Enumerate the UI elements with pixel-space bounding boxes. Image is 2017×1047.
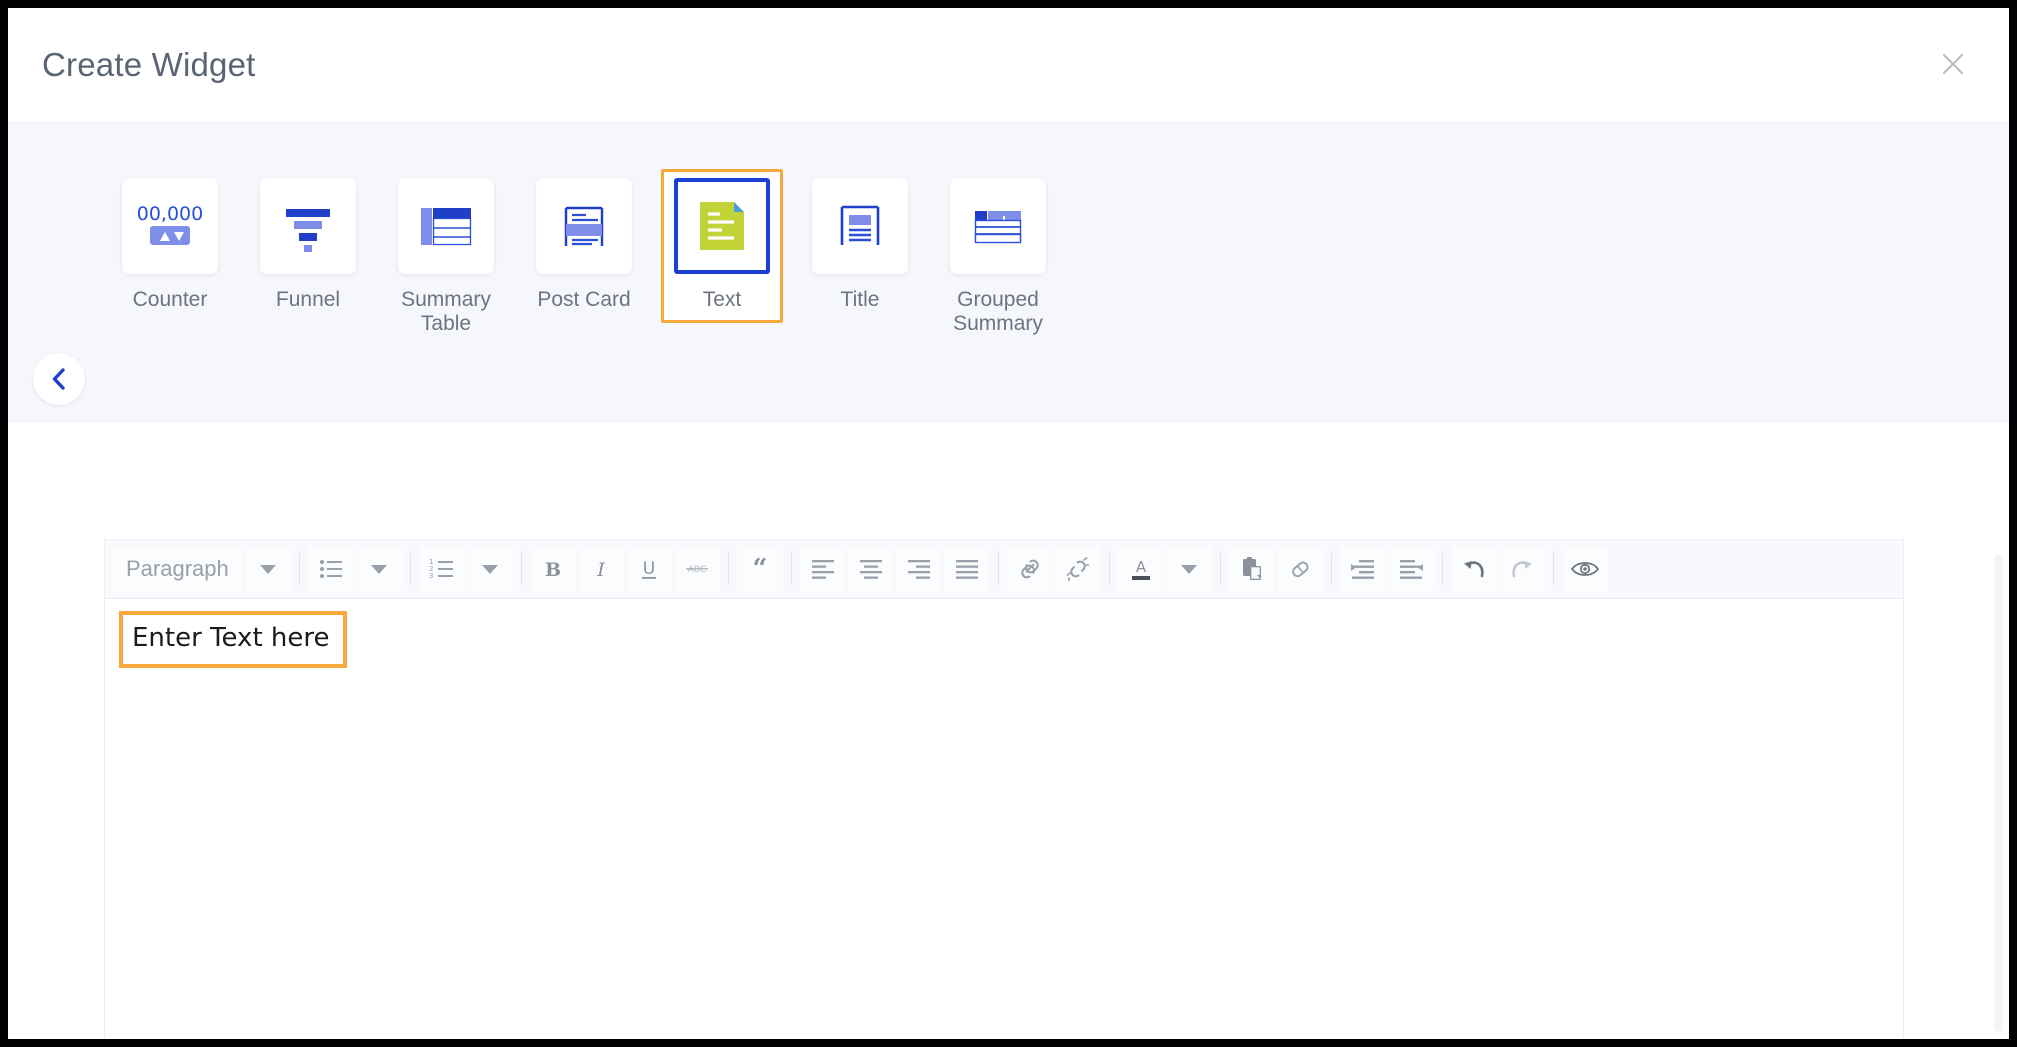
widget-type-text[interactable]: Text bbox=[661, 169, 783, 323]
eye-preview-icon[interactable] bbox=[1561, 546, 1608, 592]
svg-text:3: 3 bbox=[429, 572, 433, 580]
font-color-caret-icon[interactable] bbox=[1165, 546, 1212, 592]
widget-type-grouped-summary[interactable]: Grouped Summary bbox=[937, 169, 1059, 346]
strikethrough-abc-icon[interactable]: ABC bbox=[673, 546, 720, 592]
indent-increase-icon[interactable] bbox=[1339, 546, 1386, 592]
widget-type-funnel[interactable]: Funnel bbox=[247, 169, 369, 323]
svg-text:U: U bbox=[643, 559, 655, 579]
page-scrollbar[interactable] bbox=[1993, 554, 2004, 1032]
widget-type-summary-table[interactable]: Summary Table bbox=[385, 169, 507, 346]
svg-text:ABC: ABC bbox=[688, 565, 706, 575]
bold-icon[interactable]: B bbox=[529, 546, 576, 592]
text-widget-icon bbox=[674, 178, 770, 274]
unlink-icon[interactable] bbox=[1054, 546, 1101, 592]
funnel-widget-icon bbox=[260, 178, 356, 274]
title-widget-icon bbox=[812, 178, 908, 274]
italic-icon[interactable]: I bbox=[577, 546, 624, 592]
widget-type-counter[interactable]: 00,000 Counter bbox=[109, 169, 231, 323]
widget-type-label: Counter bbox=[132, 288, 208, 311]
modal-header: Create Widget bbox=[8, 8, 2009, 121]
svg-text:A: A bbox=[1136, 558, 1147, 576]
toolbar-divider bbox=[298, 553, 300, 585]
page-title: Create Widget bbox=[42, 45, 256, 83]
paragraph-style-caret-icon[interactable] bbox=[244, 546, 291, 592]
font-color-a-icon[interactable]: A bbox=[1117, 546, 1164, 592]
text-editor-section: Paragraph 1 2 3 B I U ABC “ A Enter Text… bbox=[8, 423, 2009, 1039]
align-left-icon[interactable] bbox=[799, 546, 846, 592]
align-center-icon[interactable] bbox=[847, 546, 894, 592]
link-icon[interactable] bbox=[1006, 546, 1053, 592]
page-scrollbar-thumb[interactable] bbox=[1994, 554, 2003, 1032]
toolbar-divider bbox=[1219, 553, 1221, 585]
svg-text:“: “ bbox=[752, 557, 767, 581]
widget-type-label: Summary Table bbox=[401, 288, 491, 335]
numbered-list-caret-icon[interactable] bbox=[466, 546, 513, 592]
paste-clipboard-icon[interactable] bbox=[1228, 546, 1275, 592]
align-justify-icon[interactable] bbox=[943, 546, 990, 592]
toolbar-divider bbox=[409, 553, 411, 585]
editor-text-value[interactable]: Enter Text here bbox=[132, 623, 330, 653]
svg-text:I: I bbox=[596, 559, 605, 581]
create-widget-modal: Create Widget 00,000 Counter Funnel Summ… bbox=[8, 8, 2009, 1039]
toolbar-divider bbox=[520, 553, 522, 585]
rich-text-editor: Paragraph 1 2 3 B I U ABC “ A Enter Text… bbox=[104, 539, 1904, 1039]
widget-type-label: Text bbox=[702, 288, 742, 311]
toolbar-divider bbox=[997, 553, 999, 585]
widget-type-list: 00,000 Counter Funnel Summary Table Post… bbox=[109, 121, 1075, 346]
post-card-widget-icon bbox=[536, 178, 632, 274]
underline-icon[interactable]: U bbox=[625, 546, 672, 592]
paragraph-style-label: Paragraph bbox=[126, 556, 229, 581]
align-right-icon[interactable] bbox=[895, 546, 942, 592]
toolbar-divider bbox=[790, 553, 792, 585]
undo-arrow-icon[interactable] bbox=[1450, 546, 1497, 592]
numbered-list-icon[interactable]: 1 2 3 bbox=[418, 546, 465, 592]
editor-content-area[interactable]: Enter Text here bbox=[105, 599, 1903, 1039]
widget-type-label: Title bbox=[840, 288, 880, 311]
widget-type-selector: 00,000 Counter Funnel Summary Table Post… bbox=[8, 121, 2009, 423]
eraser-icon[interactable] bbox=[1276, 546, 1323, 592]
text-content-highlight: Enter Text here bbox=[119, 611, 347, 668]
redo-arrow-icon[interactable] bbox=[1498, 546, 1545, 592]
toolbar-divider bbox=[1108, 553, 1110, 585]
widget-type-label: Post Card bbox=[537, 288, 631, 311]
toolbar-divider bbox=[727, 553, 729, 585]
toolbar-divider bbox=[1330, 553, 1332, 585]
bullet-list-caret-icon[interactable] bbox=[355, 546, 402, 592]
svg-text:00,000: 00,000 bbox=[137, 203, 203, 225]
widget-type-label: Funnel bbox=[275, 288, 341, 311]
grouped-summary-widget-icon bbox=[950, 178, 1046, 274]
widget-type-label: Grouped Summary bbox=[953, 288, 1043, 335]
svg-text:B: B bbox=[545, 559, 561, 581]
summary-table-widget-icon bbox=[398, 178, 494, 274]
bullet-list-icon[interactable] bbox=[307, 546, 354, 592]
indent-decrease-icon[interactable] bbox=[1387, 546, 1434, 592]
toolbar-divider bbox=[1552, 553, 1554, 585]
widget-type-post-card[interactable]: Post Card bbox=[523, 169, 645, 323]
toolbar-divider bbox=[1441, 553, 1443, 585]
close-icon[interactable] bbox=[1931, 42, 1975, 86]
paragraph-style-dropdown[interactable]: Paragraph bbox=[112, 546, 243, 592]
chevron-left-icon[interactable] bbox=[33, 353, 85, 405]
quote-icon[interactable]: “ bbox=[736, 546, 783, 592]
counter-widget-icon: 00,000 bbox=[122, 178, 218, 274]
editor-toolbar: Paragraph 1 2 3 B I U ABC “ A bbox=[105, 540, 1903, 599]
widget-type-title[interactable]: Title bbox=[799, 169, 921, 323]
